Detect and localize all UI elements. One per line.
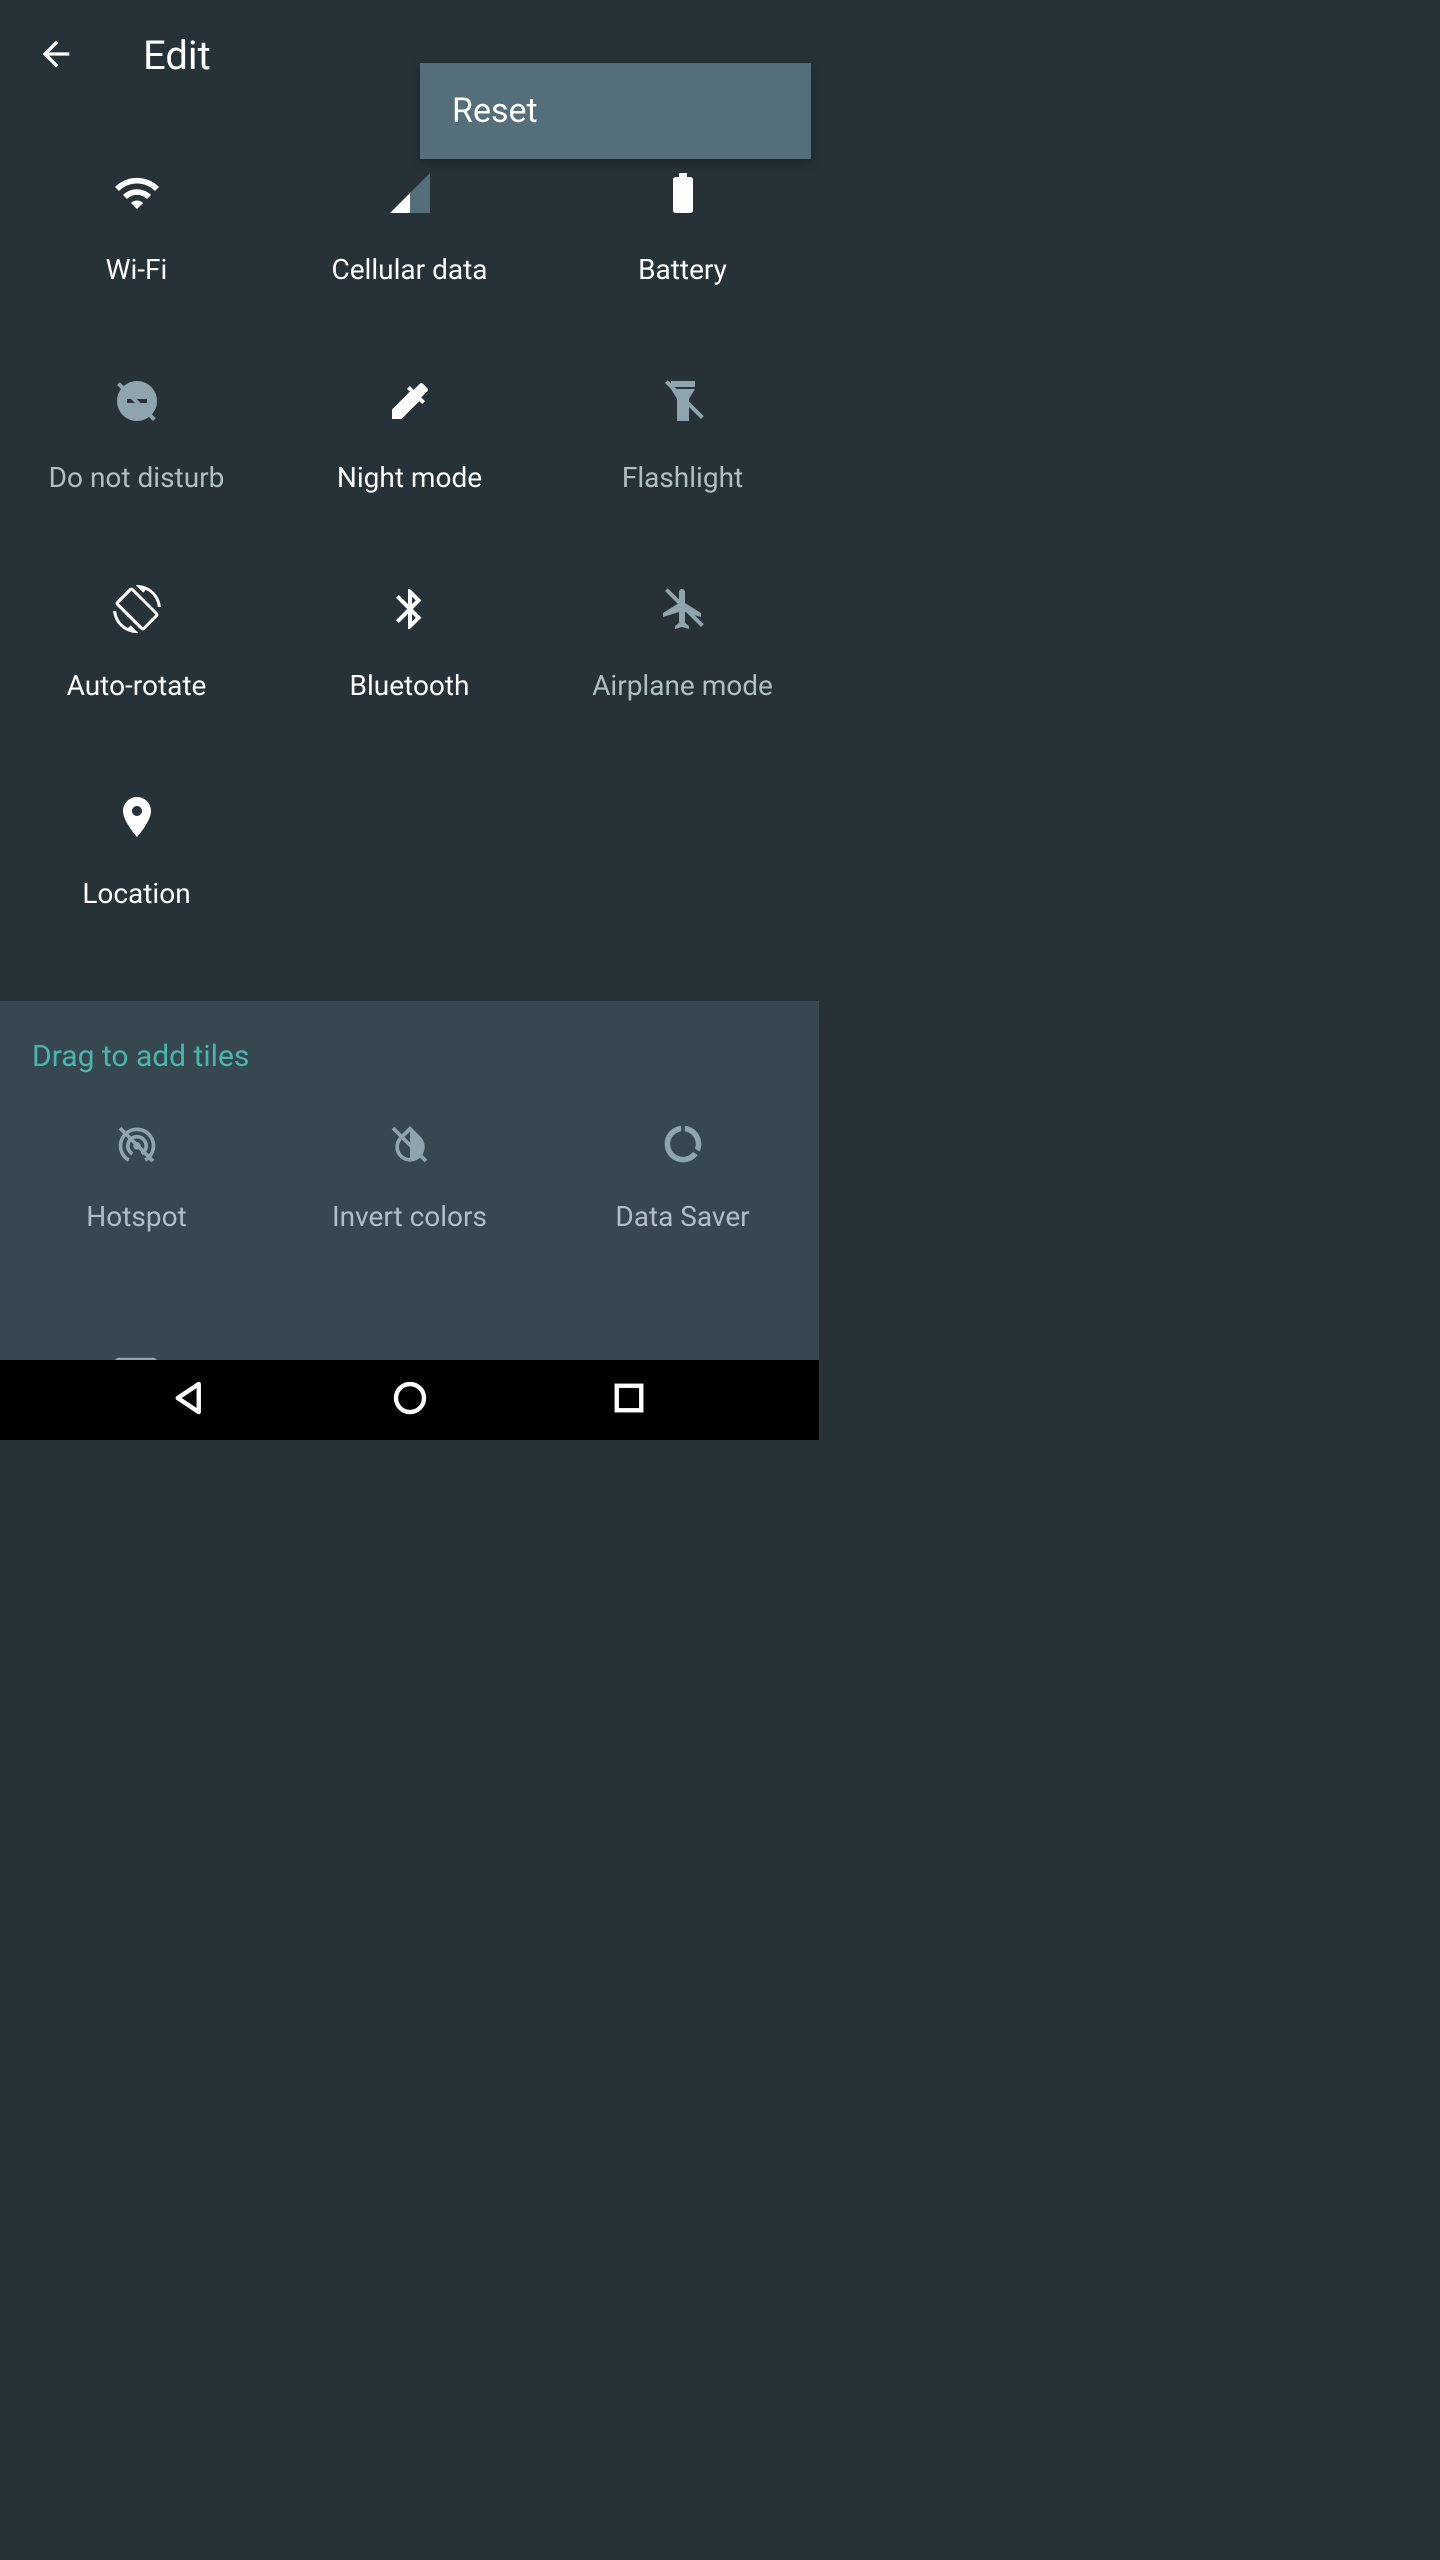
tile-hotspot[interactable]: Hotspot — [0, 1122, 273, 1292]
page-title: Edit — [143, 32, 211, 79]
tile-flashlight[interactable]: Flashlight — [546, 377, 819, 585]
tile-label: Wi-Fi — [106, 253, 168, 286]
wifi-icon — [113, 169, 161, 217]
tile-location[interactable]: Location — [0, 793, 273, 1001]
tile-label: Data Saver — [615, 1200, 749, 1233]
eyedropper-icon — [386, 377, 434, 425]
tile-airplane[interactable]: Airplane mode — [546, 585, 819, 793]
tile-battery[interactable]: Battery — [546, 169, 819, 377]
battery-icon — [659, 169, 707, 217]
nav-recent-button[interactable] — [599, 1370, 659, 1430]
drag-section: Drag to add tiles Hotspot Invert colors … — [0, 1001, 819, 1364]
tile-invert[interactable]: Invert colors — [273, 1122, 546, 1292]
tile-label: Battery — [638, 253, 727, 286]
active-tiles-grid: Wi-Fi Cellular data Battery Do not distu… — [0, 169, 819, 1001]
hotspot-off-icon — [115, 1122, 159, 1166]
triangle-back-icon — [169, 1377, 211, 1423]
airplane-off-icon — [659, 585, 707, 633]
tile-label: Hotspot — [86, 1200, 186, 1233]
rotate-icon — [113, 585, 161, 633]
reset-menu-item[interactable]: Reset — [420, 63, 811, 159]
nav-home-button[interactable] — [380, 1370, 440, 1430]
system-navbar — [0, 1360, 819, 1440]
tile-dnd[interactable]: Do not disturb — [0, 377, 273, 585]
available-tiles-grid: Hotspot Invert colors Data Saver — [0, 1122, 819, 1292]
tile-label: Flashlight — [622, 461, 743, 494]
tile-cellular[interactable]: Cellular data — [273, 169, 546, 377]
tile-label: Do not disturb — [49, 461, 225, 494]
drag-header: Drag to add tiles — [0, 1039, 819, 1074]
arrow-back-icon — [36, 34, 76, 78]
tile-nightmode[interactable]: Night mode — [273, 377, 546, 585]
signal-icon — [386, 169, 434, 217]
back-button[interactable] — [0, 0, 111, 111]
tile-label: Night mode — [337, 461, 482, 494]
tile-bluetooth[interactable]: Bluetooth — [273, 585, 546, 793]
tile-autorotate[interactable]: Auto-rotate — [0, 585, 273, 793]
location-pin-icon — [113, 793, 161, 841]
tile-label: Location — [82, 877, 190, 910]
datasaver-icon — [661, 1122, 705, 1166]
bluetooth-icon — [386, 585, 434, 633]
square-recent-icon — [608, 1377, 650, 1423]
reset-label: Reset — [452, 91, 538, 131]
tile-wifi[interactable]: Wi-Fi — [0, 169, 273, 377]
nav-back-button[interactable] — [160, 1370, 220, 1430]
flashlight-off-icon — [659, 377, 707, 425]
dnd-off-icon — [113, 377, 161, 425]
tile-label: Bluetooth — [350, 669, 470, 702]
tile-label: Cellular data — [331, 253, 487, 286]
tile-datasaver[interactable]: Data Saver — [546, 1122, 819, 1292]
tile-label: Airplane mode — [592, 669, 773, 702]
tile-label: Auto-rotate — [67, 669, 207, 702]
circle-home-icon — [389, 1377, 431, 1423]
tile-label: Invert colors — [332, 1200, 487, 1233]
invert-colors-off-icon — [388, 1122, 432, 1166]
